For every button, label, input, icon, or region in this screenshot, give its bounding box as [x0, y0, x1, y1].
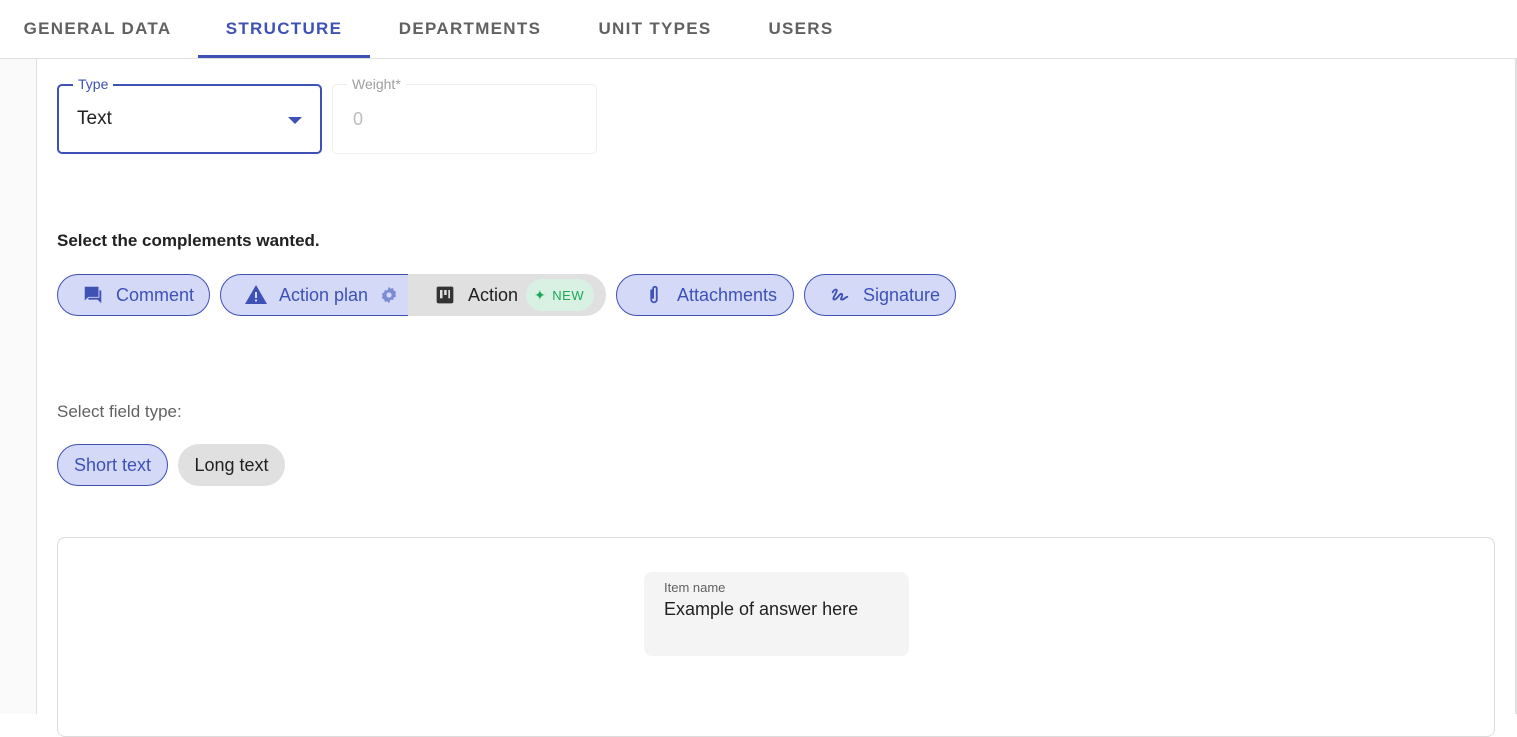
- tab-users[interactable]: USERS: [740, 0, 862, 58]
- weight-label: Weight*: [347, 76, 406, 92]
- paperclip-icon: [641, 282, 667, 308]
- new-badge-label: NEW: [552, 287, 585, 303]
- type-label: Type: [73, 76, 114, 92]
- left-gutter: [0, 59, 37, 714]
- field-type-title: Select field type:: [57, 402, 182, 421]
- long-text-option[interactable]: Long text: [178, 444, 285, 486]
- signature-label: Signature: [863, 284, 941, 305]
- short-text-option[interactable]: Short text: [57, 444, 168, 486]
- preview-panel: Item name Example of answer here: [57, 537, 1495, 737]
- active-tab-indicator: [198, 55, 370, 58]
- signature-chip[interactable]: Signature: [804, 274, 956, 316]
- preview-input-field: Item name Example of answer here: [644, 572, 909, 656]
- action-label: Action: [468, 284, 519, 305]
- action-plan-chip[interactable]: Action plan: [220, 274, 409, 316]
- tab-structure[interactable]: STRUCTURE: [198, 0, 370, 58]
- signature-icon: [827, 282, 853, 308]
- preview-answer-value: Example of answer here: [664, 599, 859, 619]
- preview-item-name-label: Item name: [664, 580, 726, 595]
- comment-chip[interactable]: Comment: [57, 274, 210, 316]
- tab-departments[interactable]: DEPARTMENTS: [370, 0, 570, 58]
- comment-label: Comment: [116, 284, 195, 305]
- new-badge: ✦ NEW: [526, 279, 595, 311]
- sparkle-icon: ✦: [534, 286, 547, 303]
- attachments-chip[interactable]: Attachments: [616, 274, 794, 316]
- board-icon: [432, 282, 458, 308]
- dropdown-arrow-icon[interactable]: [288, 117, 302, 124]
- comment-icon: [80, 282, 106, 308]
- tab-general-data[interactable]: GENERAL DATA: [0, 0, 195, 58]
- tab-bar: GENERAL DATA STRUCTURE DEPARTMENTS UNIT …: [0, 0, 1517, 59]
- action-chip[interactable]: Action ✦ NEW: [408, 274, 606, 316]
- type-value: Text: [77, 108, 112, 129]
- warning-icon: [243, 282, 269, 308]
- weight-value: 0: [353, 109, 364, 129]
- tab-unit-types[interactable]: UNIT TYPES: [570, 0, 740, 58]
- complements-title: Select the complements wanted.: [57, 231, 320, 250]
- attachments-label: Attachments: [677, 284, 778, 305]
- gear-icon[interactable]: [376, 282, 402, 308]
- weight-field[interactable]: Weight* 0: [332, 76, 597, 154]
- action-plan-label: Action plan: [279, 284, 369, 305]
- type-select[interactable]: Type Text: [57, 76, 322, 154]
